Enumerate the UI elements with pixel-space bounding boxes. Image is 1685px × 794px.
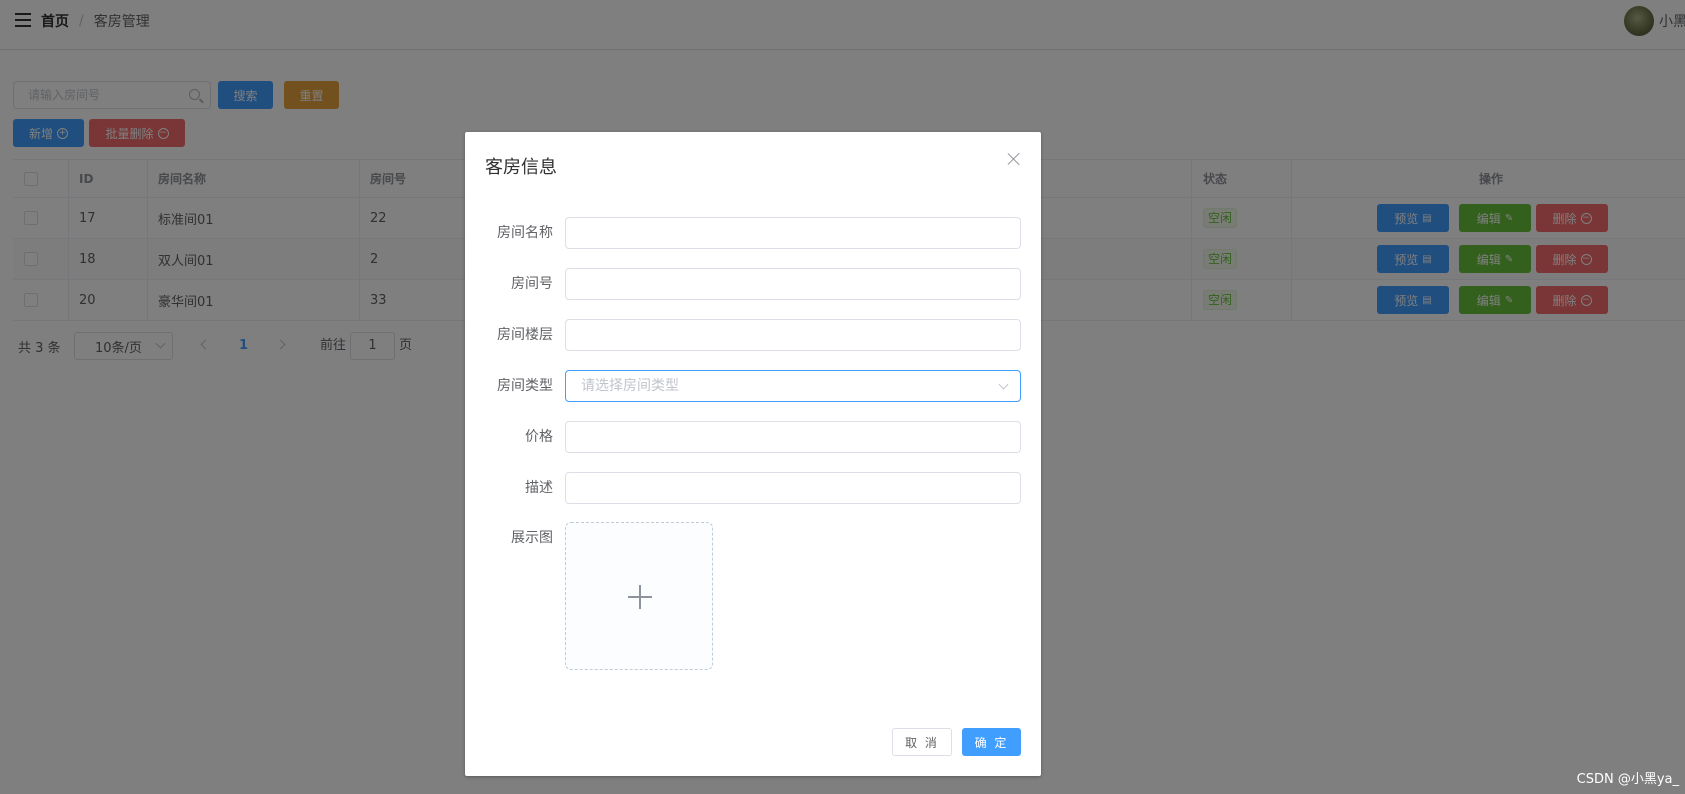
plus-icon: [628, 585, 652, 609]
close-icon[interactable]: [1007, 152, 1021, 166]
room-floor-input[interactable]: [565, 319, 1021, 351]
room-number-label: 房间号: [511, 276, 553, 292]
image-upload[interactable]: [565, 522, 713, 670]
room-type-select[interactable]: 请选择房间类型: [565, 370, 1021, 402]
description-input[interactable]: [565, 472, 1021, 504]
cancel-button[interactable]: 取 消: [892, 728, 952, 756]
room-name-label: 房间名称: [497, 225, 553, 241]
description-label: 描述: [525, 480, 553, 496]
dialog-title: 客房信息: [485, 157, 557, 178]
image-label: 展示图: [511, 530, 553, 546]
confirm-button[interactable]: 确 定: [962, 728, 1021, 756]
room-type-placeholder: 请选择房间类型: [581, 378, 679, 394]
chevron-down-icon: [998, 379, 1009, 390]
room-type-label: 房间类型: [497, 378, 553, 394]
room-floor-label: 房间楼层: [497, 327, 553, 343]
price-input[interactable]: [565, 421, 1021, 453]
room-info-dialog: 客房信息 房间名称 房间号 房间楼层 房间类型 请选择房间类型 价格 描述 展示…: [465, 132, 1041, 776]
room-number-input[interactable]: [565, 268, 1021, 300]
room-name-input[interactable]: [565, 217, 1021, 249]
price-label: 价格: [525, 429, 553, 445]
watermark: CSDN @小黑ya_: [1576, 772, 1679, 787]
